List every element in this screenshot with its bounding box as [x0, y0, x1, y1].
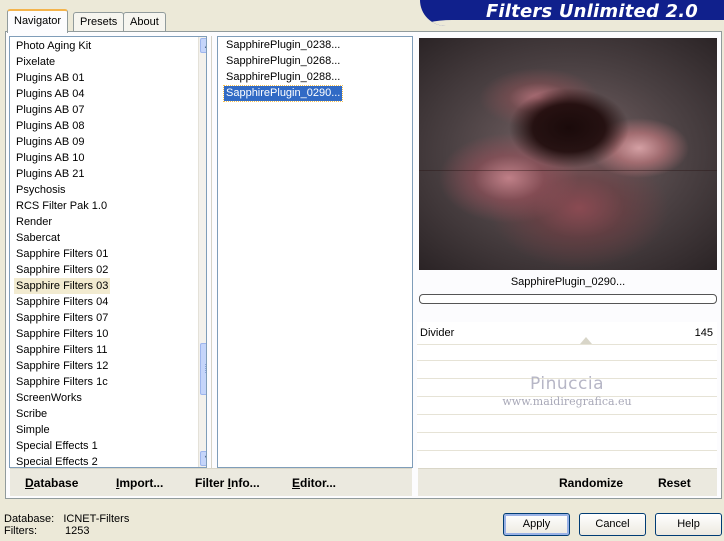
tab-navigator[interactable]: Navigator — [7, 9, 69, 33]
category-item[interactable]: Plugins AB 01 — [16, 70, 85, 86]
filter-item[interactable]: SapphirePlugin_0290... — [222, 85, 344, 102]
button-label: nfo... — [231, 476, 260, 490]
status-database-value: ICNET-Filters — [63, 513, 130, 525]
category-item[interactable]: Simple — [16, 422, 50, 438]
param-row-divider — [417, 432, 717, 433]
filter-item[interactable]: SapphirePlugin_0238... — [224, 38, 342, 53]
category-item[interactable]: Plugins AB 10 — [16, 150, 85, 166]
button-label: atabase — [33, 476, 79, 490]
category-item[interactable]: Plugins AB 07 — [16, 102, 85, 118]
slider-indicator-icon[interactable] — [580, 337, 592, 344]
tab-label: Navigator — [14, 15, 62, 27]
button-label: Filter — [195, 476, 228, 490]
database-button[interactable]: Database — [25, 476, 78, 490]
progress-bar — [419, 294, 717, 304]
category-item[interactable]: Plugins AB 09 — [16, 134, 85, 150]
status-filters: Filters: 1253 — [4, 525, 89, 537]
cancel-button[interactable]: Cancel — [579, 513, 646, 536]
category-item[interactable]: Scribe — [16, 406, 47, 422]
grip-icon — [205, 364, 206, 374]
filter-item[interactable]: SapphirePlugin_0268... — [224, 54, 342, 69]
apply-button[interactable]: Apply — [503, 513, 570, 536]
category-item[interactable]: Sabercat — [16, 230, 60, 246]
category-item[interactable]: Special Effects 2 — [16, 454, 98, 467]
param-label-divider: Divider — [420, 327, 455, 339]
scroll-thumb[interactable] — [200, 343, 206, 395]
import-button[interactable]: Import... — [116, 476, 163, 490]
category-item[interactable]: Sapphire Filters 04 — [16, 294, 108, 310]
filter-item[interactable]: SapphirePlugin_0288... — [224, 70, 342, 85]
status-filters-label: Filters: — [4, 525, 37, 537]
scroll-down-button[interactable]: ▼ — [200, 451, 206, 466]
tab-label: About — [130, 16, 159, 28]
button-label: ditor... — [300, 476, 337, 490]
chevron-up-icon: ▲ — [203, 40, 206, 50]
button-label: mport... — [119, 476, 164, 490]
status-database-label: Database: — [4, 513, 55, 525]
category-item[interactable]: Plugins AB 04 — [16, 86, 85, 102]
param-value-divider[interactable]: 145 — [695, 327, 713, 339]
randomize-button[interactable]: Randomize — [559, 476, 623, 490]
category-item[interactable]: Special Effects 1 — [16, 438, 98, 454]
category-item[interactable]: Plugins AB 08 — [16, 118, 85, 134]
category-item[interactable]: RCS Filter Pak 1.0 — [16, 198, 107, 214]
filter-list[interactable]: SapphirePlugin_0238... SapphirePlugin_026… — [217, 36, 413, 468]
param-row-divider — [417, 450, 717, 451]
category-item[interactable]: Pixelate — [16, 54, 55, 70]
help-button[interactable]: Help — [655, 513, 722, 536]
access-key: E — [292, 476, 301, 490]
watermark-name: Pinuccia — [530, 374, 604, 394]
tab-label: Presets — [80, 16, 118, 28]
category-scrollbar[interactable]: ▲ ▼ — [198, 37, 206, 467]
category-item[interactable]: Sapphire Filters 07 — [16, 310, 108, 326]
param-row-divider — [417, 344, 717, 345]
category-item[interactable]: Sapphire Filters 01 — [16, 246, 108, 262]
category-item[interactable]: Sapphire Filters 10 — [16, 326, 108, 342]
category-list[interactable]: Special Effects 2 Special Effects 1 Simple… — [9, 36, 207, 468]
category-item[interactable]: Sapphire Filters 02 — [16, 262, 108, 278]
category-item[interactable]: Psychosis — [16, 182, 66, 198]
editor-button[interactable]: Editor... — [292, 476, 336, 490]
preview-seam — [419, 170, 717, 171]
category-item[interactable]: Sapphire Filters 12 — [16, 358, 108, 374]
category-item[interactable]: Sapphire Filters 11 — [16, 342, 108, 358]
category-item[interactable]: Plugins AB 21 — [16, 166, 85, 182]
status-filters-value: 1253 — [65, 525, 90, 537]
param-row-divider — [417, 414, 717, 415]
param-row-divider — [417, 360, 717, 361]
tab-presets[interactable]: Presets — [73, 12, 125, 32]
filter-info-button[interactable]: Filter Info... — [195, 476, 260, 490]
scroll-up-button[interactable]: ▲ — [200, 38, 206, 53]
title-banner: Filters Unlimited 2.0 — [420, 0, 724, 26]
app-title: Filters Unlimited 2.0 — [485, 1, 698, 22]
chevron-down-icon: ▼ — [203, 453, 206, 463]
category-item[interactable]: Sapphire Filters 1c — [16, 374, 108, 390]
category-item[interactable]: ScreenWorks — [16, 390, 82, 406]
preview-image — [419, 38, 717, 270]
preview-caption: SapphirePlugin_0290... — [510, 276, 626, 288]
access-key: D — [25, 476, 34, 490]
list-separator — [211, 36, 212, 468]
tab-about[interactable]: About — [123, 12, 166, 32]
status-database: Database: ICNET-Filters — [4, 513, 129, 525]
reset-button[interactable]: Reset — [658, 476, 691, 490]
watermark-url: www.maidiregrafica.eu — [502, 395, 632, 408]
category-item[interactable]: Photo Aging Kit — [16, 38, 91, 54]
category-item[interactable]: Render — [16, 214, 52, 230]
category-item[interactable]: Sapphire Filters 03 — [14, 278, 111, 294]
